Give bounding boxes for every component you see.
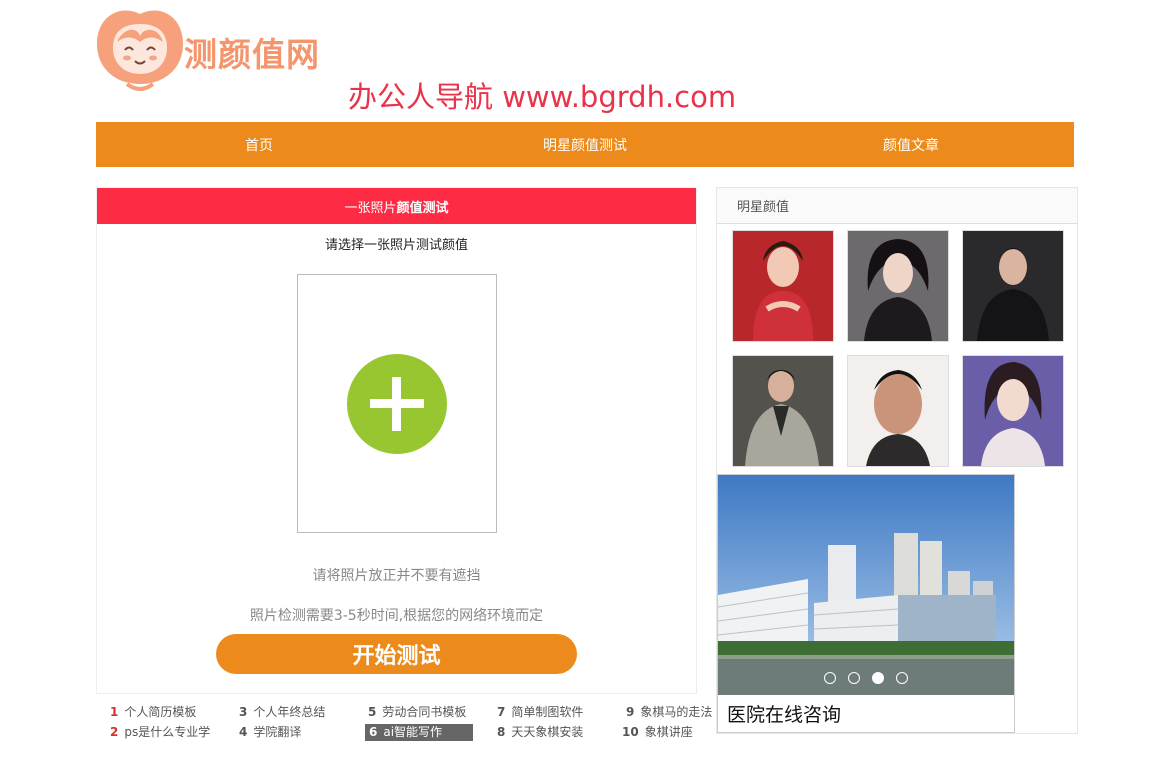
star-gallery-title: 明星颜值 (717, 188, 1077, 224)
photo-upload-area[interactable] (297, 274, 497, 533)
star-photo[interactable] (847, 355, 949, 467)
link-item[interactable]: 2 ps是什么专业学 (110, 724, 210, 741)
link-item[interactable]: 9 象棋马的走法 (626, 704, 712, 721)
star-photo[interactable] (962, 355, 1064, 467)
nav-home[interactable]: 首页 (96, 122, 422, 167)
peach-mascot-icon (97, 10, 183, 91)
site-watermark: 办公人导航 www.bgrdh.com (348, 80, 737, 114)
panel-title: 一张照片 颜值测试 (97, 188, 696, 224)
banner-caption[interactable]: 医院在线咨询 (718, 695, 1014, 732)
portrait-image (848, 231, 948, 341)
link-item[interactable]: 8 天天象棋安装 (497, 724, 583, 741)
link-item[interactable]: 1 个人简历模板 (110, 704, 196, 721)
carousel-dot[interactable] (824, 672, 836, 684)
link-item[interactable]: 7 简单制图软件 (497, 704, 583, 721)
link-item-active[interactable]: 6 ai智能写作 (365, 724, 473, 741)
main-nav: 首页 明星颜值测试 颜值文章 (96, 122, 1074, 167)
carousel-dots (718, 672, 1014, 684)
start-test-button[interactable]: 开始测试 (216, 634, 577, 674)
photo-tip: 请将照片放正并不要有遮挡 (312, 568, 481, 584)
link-item[interactable]: 3 个人年终总结 (239, 704, 325, 721)
panel-title-bold: 颜值测试 (396, 200, 449, 216)
link-item[interactable]: 5 劳动合同书模板 (368, 704, 466, 721)
panel-title-prefix: 一张照片 (344, 200, 397, 216)
hospital-image (718, 475, 1014, 697)
portrait-image (963, 356, 1063, 466)
carousel-dot[interactable] (848, 672, 860, 684)
star-photo[interactable] (847, 230, 949, 342)
nav-articles[interactable]: 颜值文章 (748, 122, 1074, 167)
photo-test-panel: 一张照片 颜值测试 请选择一张照片测试颜值 请将照片放正并不要有遮挡 照片检测需要… (96, 187, 697, 694)
star-photo[interactable] (962, 230, 1064, 342)
link-item[interactable]: 4 学院翻译 (239, 724, 301, 741)
star-photo[interactable] (732, 355, 834, 467)
detection-tip: 照片检测需要3-5秒时间,根据您的网络环境而定 (249, 608, 544, 624)
star-photo[interactable] (732, 230, 834, 342)
plus-icon[interactable] (347, 354, 447, 454)
nav-star-test[interactable]: 明星颜值测试 (422, 122, 748, 167)
portrait-image (733, 231, 833, 341)
related-links: 1 个人简历模板 2 ps是什么专业学 3 个人年终总结 4 学院翻译 5 劳动合同书模板… (106, 704, 716, 744)
portrait-image (848, 356, 948, 466)
portrait-image (963, 231, 1063, 341)
carousel-dot[interactable] (896, 672, 908, 684)
portrait-image (733, 356, 833, 466)
carousel-dot-active[interactable] (872, 672, 884, 684)
link-item[interactable]: 10 象棋讲座 (622, 724, 693, 741)
hospital-banner[interactable]: 医院在线咨询 (717, 474, 1015, 733)
logo-text[interactable]: 测颜值网 (184, 28, 320, 76)
panel-subtitle: 请选择一张照片测试颜值 (324, 238, 468, 253)
